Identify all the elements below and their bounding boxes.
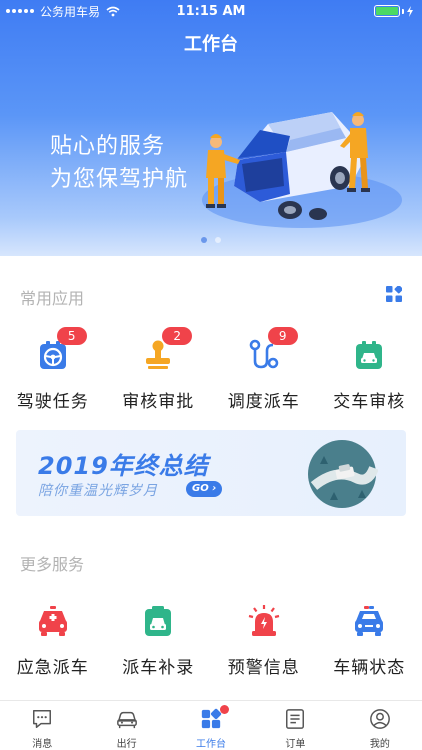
tab-label: 出行 xyxy=(116,739,137,750)
banner-slogan[interactable]: 贴心的服务 为您保驾护航 xyxy=(50,130,188,196)
banner-pagination[interactable] xyxy=(0,237,422,243)
promo-go-label: GO xyxy=(192,483,209,494)
alarm-light-icon xyxy=(248,605,280,636)
road-illustration xyxy=(308,440,378,508)
car-repair-illustration xyxy=(202,112,402,228)
service-warning-info[interactable]: 预警信息 xyxy=(211,605,317,678)
service-label: 预警信息 xyxy=(227,658,300,678)
message-icon xyxy=(33,710,52,728)
banner-dot-1[interactable] xyxy=(201,237,207,243)
banner-dot-2[interactable] xyxy=(215,237,221,243)
app-grid-icon[interactable] xyxy=(386,286,402,302)
page-title: 工作台 xyxy=(184,34,238,55)
app-label: 审核审批 xyxy=(122,392,195,412)
app-delivery-review[interactable]: 交车审核 xyxy=(317,339,422,412)
tab-travel[interactable]: 出行 xyxy=(84,701,168,750)
service-emergency-dispatch[interactable]: 应急派车 xyxy=(0,605,106,678)
service-label: 车辆状态 xyxy=(333,658,406,678)
tab-label: 订单 xyxy=(285,739,306,750)
common-apps-grid: 5 驾驶任务 2 审核审批 9 调度派车 交车审核 xyxy=(0,327,422,412)
tab-workbench[interactable]: 工作台 xyxy=(169,701,253,750)
status-bar: 公务用车易 11:15 AM xyxy=(0,0,422,22)
car-record-icon xyxy=(145,606,172,636)
common-apps-title: 常用应用 xyxy=(20,289,85,308)
status-time: 11:15 AM xyxy=(176,3,246,19)
service-label: 派车补录 xyxy=(122,658,195,678)
tab-label: 工作台 xyxy=(196,739,227,750)
user-icon xyxy=(369,709,390,729)
service-dispatch-record[interactable]: 派车补录 xyxy=(106,605,212,678)
review-approval-badge: 2 xyxy=(162,327,193,345)
app-label: 交车审核 xyxy=(333,392,406,412)
more-services-title: 更多服务 xyxy=(20,555,85,574)
police-car-icon xyxy=(355,606,384,636)
banner-slogan-line1: 贴心的服务 xyxy=(50,134,166,159)
promo-go-button[interactable]: GO › xyxy=(186,481,223,497)
notification-dot xyxy=(220,705,230,714)
app-label: 驾驶任务 xyxy=(16,392,89,412)
promo-title: 2019年终总结 xyxy=(38,452,209,480)
ambulance-icon xyxy=(38,606,67,636)
car-clipboard-icon xyxy=(356,341,383,369)
more-services-grid: 应急派车 派车补录 预警信息 车辆状态 xyxy=(0,605,422,678)
tab-messages[interactable]: 消息 xyxy=(0,701,84,750)
dispatch-badge: 9 xyxy=(267,327,298,345)
battery-icon xyxy=(374,5,414,17)
tab-profile[interactable]: 我的 xyxy=(338,701,422,750)
driving-task-badge: 5 xyxy=(56,327,87,345)
app-label: 调度派车 xyxy=(227,392,300,412)
tab-orders[interactable]: 订单 xyxy=(253,701,337,750)
year-summary-banner[interactable]: 2019年终总结 陪你重温光辉岁月 GO › xyxy=(16,430,406,516)
tab-bar: 消息 出行 工作台 订单 我的 xyxy=(0,700,422,750)
tab-label: 我的 xyxy=(369,739,390,750)
order-icon xyxy=(286,709,305,729)
banner-slogan-line2: 为您保驾护航 xyxy=(50,167,189,192)
app-driving-task[interactable]: 5 驾驶任务 xyxy=(0,327,106,412)
tab-label: 消息 xyxy=(32,739,53,750)
car-icon xyxy=(116,711,137,729)
service-label: 应急派车 xyxy=(16,658,89,678)
app-review-approval[interactable]: 2 审核审批 xyxy=(106,327,212,412)
service-vehicle-status[interactable]: 车辆状态 xyxy=(317,605,422,678)
promo-subtitle: 陪你重温光辉岁月 xyxy=(38,483,158,499)
header-banner: 公务用车易 11:15 AM 工作台 贴心的服务 为您保驾护航 xyxy=(0,0,422,256)
app-dispatch[interactable]: 9 调度派车 xyxy=(211,327,317,412)
